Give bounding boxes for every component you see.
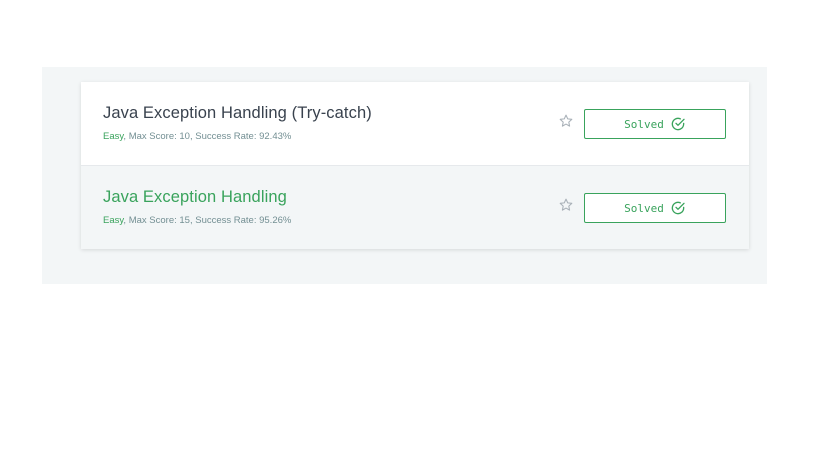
star-icon[interactable] <box>558 113 574 129</box>
check-circle-icon <box>671 201 685 215</box>
check-circle-icon <box>671 117 685 131</box>
difficulty-label: Easy <box>103 131 124 142</box>
solved-button[interactable]: Solved <box>584 193 726 223</box>
solved-button[interactable]: Solved <box>584 109 726 139</box>
challenge-meta: Easy, Max Score: 10, Success Rate: 92.43… <box>103 131 291 142</box>
challenge-details: , Max Score: 15, Success Rate: 95.26% <box>123 215 292 226</box>
challenge-title[interactable]: Java Exception Handling (Try-catch) <box>103 104 372 123</box>
difficulty-label: Easy <box>103 215 124 226</box>
star-icon[interactable] <box>558 197 574 213</box>
solved-label: Solved <box>624 117 664 131</box>
challenge-meta: Easy, Max Score: 15, Success Rate: 95.26… <box>103 215 291 226</box>
challenge-title[interactable]: Java Exception Handling <box>103 188 287 207</box>
challenge-details: , Max Score: 10, Success Rate: 92.43% <box>123 131 292 142</box>
solved-label: Solved <box>624 201 664 215</box>
challenge-row[interactable]: Java Exception Handling (Try-catch) Easy… <box>81 82 749 165</box>
challenge-row[interactable]: Java Exception Handling Easy, Max Score:… <box>81 165 749 249</box>
challenge-list: Java Exception Handling (Try-catch) Easy… <box>81 82 749 249</box>
